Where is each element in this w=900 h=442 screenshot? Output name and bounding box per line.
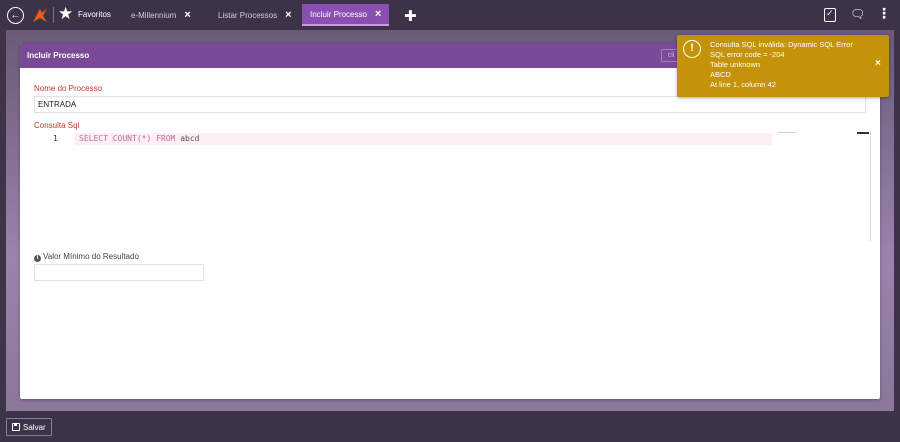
- min-value-input[interactable]: [34, 264, 204, 281]
- back-icon[interactable]: ←: [7, 7, 24, 24]
- min-value-label: i Valor Mínimo do Resultado: [34, 252, 139, 262]
- toast-line: At line 1, column 42: [710, 80, 776, 89]
- kebab-icon[interactable]: ⋮: [877, 5, 891, 22]
- sql-count: COUNT(*): [112, 134, 152, 143]
- star-icon[interactable]: ★: [58, 4, 73, 24]
- clipboard-icon[interactable]: [824, 8, 836, 22]
- close-icon[interactable]: ×: [184, 9, 190, 21]
- process-name-input[interactable]: ENTRADA: [34, 96, 866, 113]
- tab-e-millennium[interactable]: e-Millennium ×: [131, 4, 191, 26]
- card-title: Incluir Processo: [27, 51, 90, 60]
- top-bar: ← ★ Favoritos e-Millennium × Listar Proc…: [0, 0, 900, 30]
- minimap[interactable]: [778, 132, 796, 133]
- favorites-link[interactable]: Favoritos: [78, 10, 111, 19]
- process-name-label: Nome do Processo: [34, 84, 103, 93]
- logo-icon[interactable]: [31, 6, 49, 24]
- close-icon[interactable]: ×: [375, 8, 381, 20]
- error-toast: ! Consulta SQL inválida: Dynamic SQL Err…: [677, 35, 889, 97]
- info-icon: i: [34, 255, 41, 262]
- sql-code[interactable]: SELECT COUNT(*) FROM abcd: [79, 134, 199, 143]
- line-number: 1: [53, 134, 58, 143]
- tab-label: e-Millennium: [131, 10, 177, 20]
- toast-message: Consulta SQL inválida: Dynamic SQL Error…: [710, 40, 853, 90]
- toast-line: ABCD: [710, 70, 731, 79]
- bottom-bar: Salvar: [0, 411, 900, 442]
- sql-label: Consulta Sql: [34, 121, 80, 130]
- toast-line: SQL error code = -204: [710, 50, 785, 59]
- plus-icon[interactable]: ✚: [404, 7, 417, 25]
- sql-keyword-from: FROM: [156, 134, 176, 143]
- save-label: Salvar: [23, 422, 46, 432]
- toast-line: Consulta SQL inválida: Dynamic SQL Error: [710, 40, 853, 49]
- toast-close-icon[interactable]: ×: [875, 59, 881, 69]
- floppy-disk-icon: [12, 423, 20, 431]
- tab-incluir-processo[interactable]: Incluir Processo ×: [302, 4, 390, 26]
- min-value-label-text: Valor Mínimo do Resultado: [43, 252, 139, 261]
- minimap-slider[interactable]: [857, 132, 869, 134]
- editor-scrollbar[interactable]: [870, 131, 871, 241]
- exclamation-icon: !: [683, 40, 701, 58]
- toast-line: Table unknown: [710, 60, 761, 69]
- tab-label: Incluir Processo: [310, 9, 367, 19]
- sql-keyword-select: SELECT: [79, 134, 108, 143]
- tab-listar-processos[interactable]: Listar Processos ×: [218, 4, 292, 26]
- sql-table: abcd: [180, 134, 200, 143]
- save-button[interactable]: Salvar: [6, 418, 52, 436]
- close-icon[interactable]: ×: [285, 9, 291, 21]
- sql-editor[interactable]: 1 SELECT COUNT(*) FROM abcd: [34, 131, 871, 241]
- tab-label: Listar Processos: [218, 10, 278, 20]
- divider: [53, 7, 54, 23]
- chat-icon[interactable]: 🗨: [850, 7, 865, 21]
